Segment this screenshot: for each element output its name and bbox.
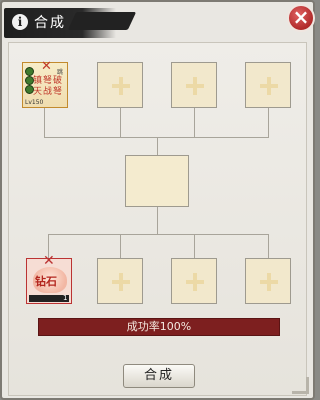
connector-line [157,207,158,235]
success-rate-label: 成功率100% [126,320,192,333]
connector-line [194,108,195,138]
empty-slot[interactable] [171,258,217,304]
craft-button[interactable]: 合成 [123,364,195,388]
connector-line [120,108,121,138]
item-name-line2: 天战弩 [33,87,64,97]
connector-line [157,137,158,155]
success-rate-bar: 成功率100% [38,318,280,336]
empty-slot[interactable] [97,62,143,108]
connector-line [120,234,121,258]
title-brush-decoration [67,12,137,30]
plus-icon [260,273,278,291]
empty-slot[interactable] [245,62,291,108]
empty-slot[interactable] [245,258,291,304]
remove-icon[interactable]: ✕ [41,59,52,74]
connector-line [48,234,269,235]
window-title: 合成 [34,15,66,31]
empty-slot[interactable] [97,258,143,304]
plus-icon [112,77,130,95]
material-slot[interactable]: ✕ 钻石 1 [26,253,72,304]
connector-line [44,108,45,138]
material-name: 钻石 [35,275,57,288]
connector-line [268,108,269,138]
item-level: Lv150 [25,99,44,106]
plus-icon [186,77,204,95]
info-icon[interactable]: i [12,14,28,30]
plus-icon [260,77,278,95]
empty-slot[interactable] [171,62,217,108]
craft-window: i 合成 × ✕ 跳 镇弩破 天战弩 Lv150 ✕ 钻石 1 成功率100% … [0,0,315,400]
main-item-slot[interactable]: ✕ 跳 镇弩破 天战弩 Lv150 [22,59,68,108]
connector-line [268,234,269,258]
close-button[interactable]: × [287,4,315,32]
plus-icon [186,273,204,291]
result-slot[interactable] [125,155,189,207]
connector-line [194,234,195,258]
remove-icon[interactable]: ✕ [43,253,55,269]
plus-icon [112,273,130,291]
resize-corner-icon [292,377,309,394]
material-count: 1 [63,294,68,302]
